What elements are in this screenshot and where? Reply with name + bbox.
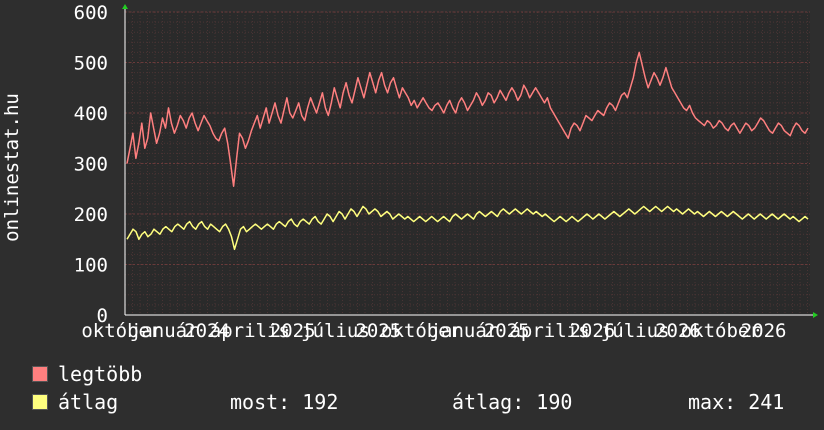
y-tick-label: 300 <box>74 154 108 176</box>
y-tick-label: 500 <box>74 53 108 75</box>
line-chart: 0100200300400500600októberjanuár2024ápri… <box>1 2 818 342</box>
stat-max: max: 241 <box>688 390 785 414</box>
y-axis-arrow <box>122 4 128 9</box>
x-tick-label: 2026 <box>741 320 787 342</box>
legend-item-atlag: átlag <box>32 390 118 414</box>
y-tick-label: 400 <box>74 103 108 125</box>
y-tick-label: 200 <box>74 204 108 226</box>
legend-item-legtobb: legtöbb <box>32 362 142 386</box>
legend-label-legtobb: legtöbb <box>58 362 143 386</box>
stat-atlag: átlag: 190 <box>452 390 573 414</box>
x-axis-arrow <box>813 312 818 318</box>
legend-label-atlag: átlag <box>58 390 119 414</box>
stat-most: most: 192 <box>230 390 339 414</box>
y-tick-label: 100 <box>74 255 108 277</box>
legend-swatch-legtobb <box>32 366 48 382</box>
legend-swatch-atlag <box>32 394 48 410</box>
y-tick-label: 600 <box>74 2 108 24</box>
chart-root: 0 100 200 300 400 500 600 október január 2024 ápri… <box>0 0 824 430</box>
y-axis-title: onlinestat.hu <box>1 93 23 242</box>
